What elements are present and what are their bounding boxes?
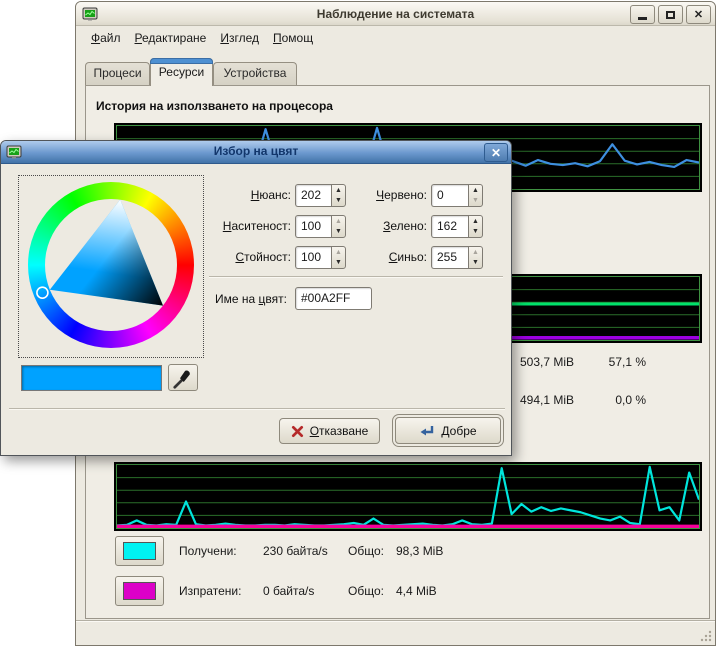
value-label: Стойност: bbox=[209, 246, 291, 269]
maximize-icon bbox=[666, 11, 675, 19]
blue-label: Синьо: bbox=[351, 246, 427, 269]
sent-total-label: Общо: bbox=[348, 584, 394, 598]
swap-percent: 0,0 % bbox=[582, 393, 646, 407]
value-input[interactable]: 100 bbox=[295, 246, 331, 269]
received-total-label: Общо: bbox=[348, 544, 394, 558]
sent-color-button[interactable] bbox=[115, 576, 164, 606]
received-color-button[interactable] bbox=[115, 536, 164, 566]
dialog-close-icon: ✕ bbox=[491, 146, 501, 160]
hue-label: Нюанс: bbox=[209, 184, 291, 207]
red-down-icon[interactable]: ▼ bbox=[469, 195, 482, 206]
value-stepper[interactable]: ▲▼ bbox=[331, 246, 346, 269]
hue-down-icon[interactable]: ▼ bbox=[332, 195, 345, 206]
window-title: Наблюдение на системата bbox=[76, 7, 715, 21]
sent-label: Изпратени: bbox=[179, 584, 263, 598]
saturation-value-triangle[interactable] bbox=[28, 182, 194, 348]
menu-file[interactable]: Файл bbox=[91, 31, 121, 45]
dialog-close-button[interactable]: ✕ bbox=[484, 143, 508, 162]
color-wheel[interactable] bbox=[28, 182, 194, 348]
memory-amount: 503,7 MiB bbox=[520, 355, 574, 369]
red-input[interactable]: 0 bbox=[431, 184, 468, 207]
blue-input[interactable]: 255 bbox=[431, 246, 468, 269]
hue-marker[interactable] bbox=[37, 287, 48, 298]
menu-help[interactable]: Помощ bbox=[273, 31, 313, 45]
network-received-row: Получени: 230 байта/s Общо: 98,3 MiB bbox=[115, 536, 675, 566]
maximize-button[interactable] bbox=[658, 5, 683, 24]
green-label: Зелено: bbox=[351, 215, 427, 238]
received-color-swatch bbox=[123, 542, 156, 560]
sent-color-swatch bbox=[123, 582, 156, 600]
dialog-title: Избор на цвят bbox=[1, 144, 511, 158]
memory-usage-row: 503,7 MiB 57,1 % bbox=[520, 355, 650, 371]
value-down-icon[interactable]: ▼ bbox=[332, 257, 345, 268]
hue-input[interactable]: 202 bbox=[295, 184, 331, 207]
cancel-label: Отказване bbox=[310, 424, 369, 438]
hue-stepper[interactable]: ▲▼ bbox=[331, 184, 346, 207]
saturation-input[interactable]: 100 bbox=[295, 215, 331, 238]
saturation-stepper[interactable]: ▲▼ bbox=[331, 215, 346, 238]
memory-percent: 57,1 % bbox=[582, 355, 646, 369]
color-picker-dialog: Избор на цвят ✕ Нюанс: bbox=[0, 140, 512, 456]
green-input[interactable]: 162 bbox=[431, 215, 468, 238]
sent-rate: 0 байта/s bbox=[263, 584, 347, 598]
action-separator bbox=[9, 408, 505, 410]
window-titlebar[interactable]: Наблюдение на системата ✕ bbox=[76, 2, 715, 26]
cpu-history-heading: История на използването на процесора bbox=[96, 99, 333, 113]
menu-edit[interactable]: Редактиране bbox=[135, 31, 207, 45]
menu-view[interactable]: Изглед bbox=[220, 31, 259, 45]
color-name-input[interactable]: #00A2FF bbox=[295, 287, 372, 310]
fields-separator bbox=[209, 276, 503, 278]
green-down-icon[interactable]: ▼ bbox=[469, 226, 482, 237]
saturation-label: Наситеност: bbox=[209, 215, 291, 238]
network-sent-row: Изпратени: 0 байта/s Общо: 4,4 MiB bbox=[115, 576, 675, 606]
minimize-button[interactable] bbox=[630, 5, 655, 24]
swap-usage-row: 494,1 MiB 0,0 % bbox=[520, 393, 650, 409]
saturation-down-icon[interactable]: ▼ bbox=[332, 226, 345, 237]
tab-processes[interactable]: Процеси bbox=[85, 62, 150, 86]
blue-stepper[interactable]: ▲▼ bbox=[468, 246, 483, 269]
statusbar bbox=[76, 620, 715, 645]
sent-total: 4,4 MiB bbox=[396, 584, 437, 598]
received-total: 98,3 MiB bbox=[396, 544, 443, 558]
minimize-icon bbox=[638, 17, 647, 20]
received-label: Получени: bbox=[179, 544, 263, 558]
close-icon: ✕ bbox=[694, 8, 703, 21]
close-button[interactable]: ✕ bbox=[686, 5, 711, 24]
received-rate: 230 байта/s bbox=[263, 544, 347, 558]
tab-resources[interactable]: Ресурси bbox=[150, 58, 213, 86]
resize-grip[interactable] bbox=[698, 628, 712, 642]
red-stepper[interactable]: ▲▼ bbox=[468, 184, 483, 207]
cancel-cross-icon bbox=[291, 425, 304, 438]
dialog-titlebar[interactable]: Избор на цвят ✕ bbox=[1, 141, 511, 164]
blue-down-icon[interactable]: ▼ bbox=[469, 257, 482, 268]
ok-button[interactable]: Добре bbox=[395, 417, 501, 444]
menubar: Файл Редактиране Изглед Помощ bbox=[76, 27, 715, 49]
color-name-label: Име на цвят: bbox=[201, 288, 287, 311]
swap-amount: 494,1 MiB bbox=[520, 393, 574, 407]
green-stepper[interactable]: ▲▼ bbox=[468, 215, 483, 238]
cancel-button[interactable]: Отказване bbox=[279, 418, 380, 444]
tab-bar: Процеси Ресурси Устройства bbox=[76, 56, 715, 86]
eyedropper-button[interactable] bbox=[168, 364, 198, 391]
eyedropper-icon bbox=[171, 367, 195, 391]
network-history-chart bbox=[114, 462, 702, 531]
ok-enter-icon bbox=[419, 424, 435, 438]
ok-label: Добре bbox=[441, 424, 476, 438]
tab-devices[interactable]: Устройства bbox=[213, 62, 297, 86]
selected-color-preview bbox=[21, 365, 162, 391]
red-label: Червено: bbox=[351, 184, 427, 207]
